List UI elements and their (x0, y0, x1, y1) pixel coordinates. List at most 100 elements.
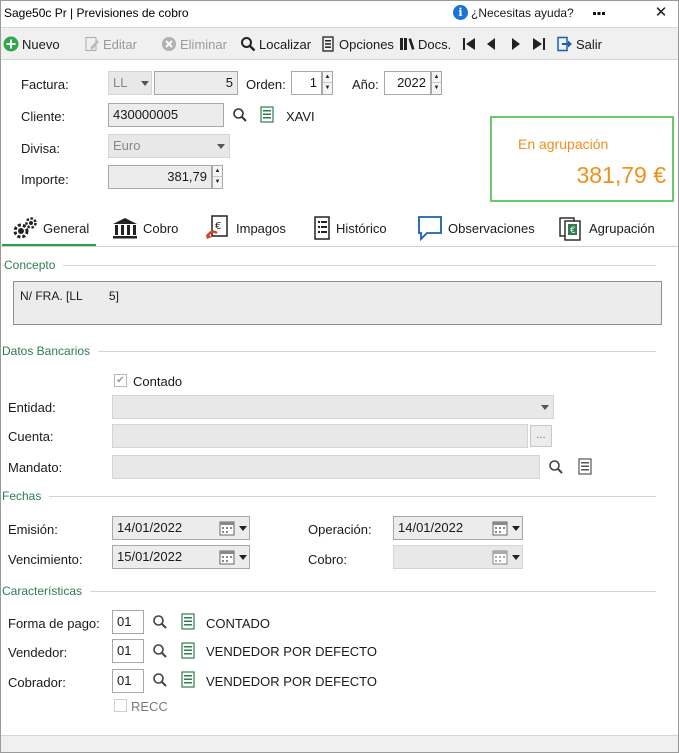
anio-field[interactable]: 2022 (384, 71, 431, 95)
minimize-button[interactable] (591, 4, 607, 20)
docs-button[interactable]: Docs. (399, 34, 451, 54)
record-sheet-icon[interactable] (260, 106, 274, 123)
chevron-down-icon (217, 144, 225, 149)
chevron-down-icon (541, 405, 549, 410)
forma-pago-name: CONTADO (206, 616, 271, 631)
record-sheet-icon[interactable] (181, 642, 195, 659)
anio-spinner[interactable]: ▲ ▼ (431, 71, 442, 95)
divisa-select[interactable]: Euro (108, 134, 230, 158)
salir-button[interactable]: Salir (557, 34, 602, 54)
previous-icon (487, 38, 495, 50)
importe-spinner[interactable]: ▲ ▼ (212, 165, 223, 189)
calendar-icon[interactable] (492, 549, 508, 565)
window-frame (0, 0, 679, 753)
mandato-label: Mandato: (8, 460, 63, 475)
cobro-date-field[interactable] (393, 545, 523, 569)
search-icon[interactable] (152, 643, 168, 659)
tab-historico[interactable]: Histórico (313, 214, 387, 242)
agrupacion-panel: En agrupación 381,79 € (490, 116, 674, 202)
record-sheet-icon[interactable] (578, 458, 592, 475)
vencimiento-date-field[interactable]: 15/01/2022 (112, 545, 250, 569)
vencimiento-value: 15/01/2022 (117, 549, 183, 564)
tab-cobro[interactable]: Cobro (112, 214, 178, 242)
section-divider (2, 351, 656, 352)
record-sheet-icon[interactable] (181, 613, 195, 630)
search-icon[interactable] (548, 459, 564, 475)
chevron-down-icon (141, 81, 149, 86)
cliente-nombre: XAVI (286, 109, 315, 124)
factura-serie-value: LL (113, 75, 128, 90)
cuenta-browse-button[interactable]: ... (530, 425, 552, 447)
cuenta-field[interactable] (112, 424, 528, 448)
concepto-field[interactable]: N/ FRA. [LL 5] (13, 281, 662, 325)
recc-checkbox[interactable] (114, 699, 127, 712)
orden-spinner[interactable]: ▲ ▼ (322, 71, 333, 95)
chevron-down-icon[interactable] (512, 555, 520, 560)
nuevo-button[interactable]: Nuevo (3, 34, 60, 54)
status-bar (0, 735, 679, 753)
fechas-section-title: Fechas (2, 489, 50, 503)
contado-checkbox[interactable]: ✔ (114, 374, 127, 387)
chevron-down-icon[interactable] (239, 555, 247, 560)
section-divider (2, 265, 656, 266)
next-icon (512, 38, 520, 50)
tab-general[interactable]: General (12, 214, 89, 242)
help-link[interactable]: ¿Necesitas ayuda? (471, 6, 574, 20)
entidad-select[interactable] (112, 395, 554, 419)
mandato-field[interactable] (112, 455, 540, 479)
next-record-button[interactable] (510, 34, 522, 54)
search-icon[interactable] (152, 672, 168, 688)
editar-button[interactable]: Editar (84, 34, 137, 54)
search-icon (241, 37, 256, 52)
operacion-date-field[interactable]: 14/01/2022 (393, 516, 523, 540)
info-icon[interactable]: i (453, 5, 468, 20)
tab-agrupacion[interactable]: € Agrupación (558, 214, 655, 242)
agrupacion-label: En agrupación (518, 136, 609, 152)
tab-bar: General Cobro € Impagos Histórico Observ… (0, 206, 679, 247)
agrupacion-amount: 381,79 € (576, 162, 666, 188)
operacion-label: Operación: (308, 522, 372, 537)
section-divider (2, 496, 656, 497)
importe-field[interactable]: 381,79 (108, 165, 212, 189)
editar-label: Editar (103, 36, 137, 52)
cuenta-label: Cuenta: (8, 429, 54, 444)
opciones-label: Opciones (339, 36, 394, 52)
operacion-value: 14/01/2022 (398, 520, 464, 535)
svg-text:€: € (570, 226, 576, 236)
emision-date-field[interactable]: 14/01/2022 (112, 516, 250, 540)
orden-label: Orden: (246, 77, 286, 92)
tab-impagos[interactable]: € Impagos (205, 214, 286, 242)
search-icon[interactable] (232, 107, 248, 123)
contado-label: Contado (133, 374, 183, 389)
calendar-icon[interactable] (219, 520, 235, 536)
previous-record-button[interactable] (485, 34, 497, 54)
last-record-button[interactable] (532, 34, 546, 54)
datos-bancarios-section-title: Datos Bancarios (2, 344, 99, 358)
entidad-label: Entidad: (8, 400, 56, 415)
chevron-down-icon[interactable] (512, 526, 520, 531)
orden-field[interactable]: 1 (291, 71, 322, 95)
forma-pago-code-field[interactable]: 01 (112, 610, 144, 634)
localizar-button[interactable]: Localizar (240, 34, 311, 54)
first-record-button[interactable] (462, 34, 476, 54)
toolbar: Nuevo Editar Eliminar Localizar Opciones… (0, 28, 679, 60)
factura-numero-field[interactable]: 5 (154, 71, 238, 95)
window-title: Sage50c Pr | Previsiones de cobro (4, 6, 189, 20)
record-sheet-icon[interactable] (181, 671, 195, 688)
search-icon[interactable] (152, 614, 168, 630)
opciones-button[interactable]: Opciones (320, 34, 394, 54)
close-button[interactable]: ✕ (652, 4, 670, 22)
cobrador-code-field[interactable]: 01 (112, 669, 144, 693)
calendar-icon[interactable] (492, 520, 508, 536)
tab-observaciones[interactable]: Observaciones (417, 214, 535, 242)
caracteristicas-section-title: Características (2, 584, 91, 598)
cliente-field[interactable]: 430000005 (108, 103, 224, 127)
recc-label: RECC (131, 699, 168, 714)
chevron-down-icon[interactable] (239, 526, 247, 531)
vendedor-code-field[interactable]: 01 (112, 639, 144, 663)
factura-serie-select[interactable]: LL (108, 71, 152, 95)
calendar-icon[interactable] (219, 549, 235, 565)
tab-observaciones-label: Observaciones (448, 220, 535, 236)
eliminar-button[interactable]: Eliminar (161, 34, 227, 54)
anio-label: Año: (352, 77, 379, 92)
